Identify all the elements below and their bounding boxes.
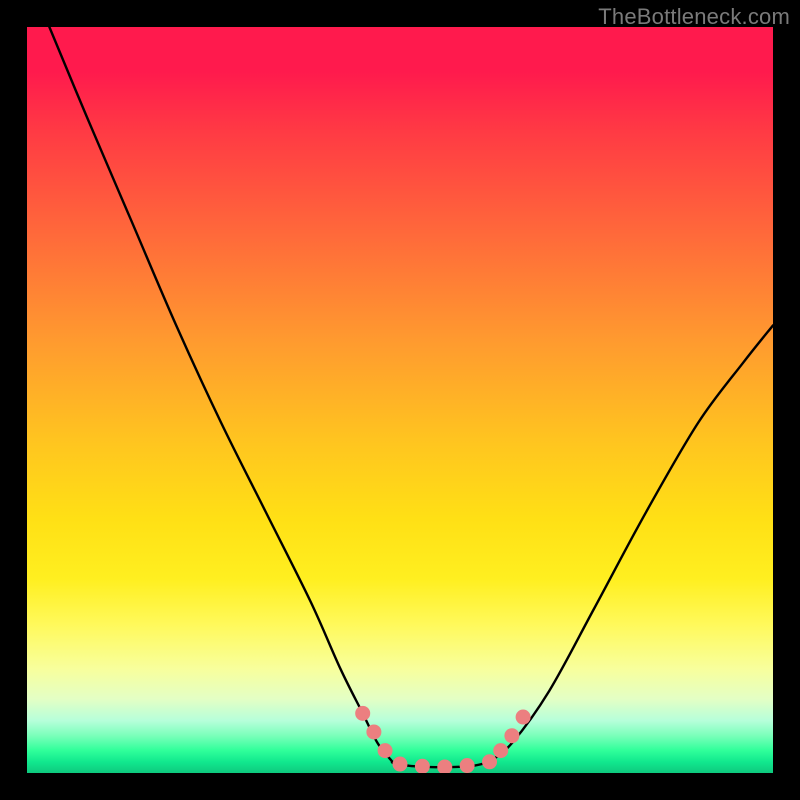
plot-area: [27, 27, 773, 773]
data-marker: [493, 743, 508, 758]
data-marker: [437, 760, 452, 773]
data-marker: [366, 724, 381, 739]
watermark-text: TheBottleneck.com: [598, 4, 790, 30]
data-marker: [460, 758, 475, 773]
data-marker: [504, 728, 519, 743]
data-marker: [378, 743, 393, 758]
data-marker: [415, 759, 430, 773]
data-marker: [516, 710, 531, 725]
data-marker: [393, 757, 408, 772]
curve-group: [49, 27, 773, 767]
curve-svg: [27, 27, 773, 773]
data-marker: [482, 754, 497, 769]
data-marker: [355, 706, 370, 721]
curve-path: [49, 27, 773, 767]
outer-frame: TheBottleneck.com: [0, 0, 800, 800]
marker-group: [355, 706, 530, 773]
